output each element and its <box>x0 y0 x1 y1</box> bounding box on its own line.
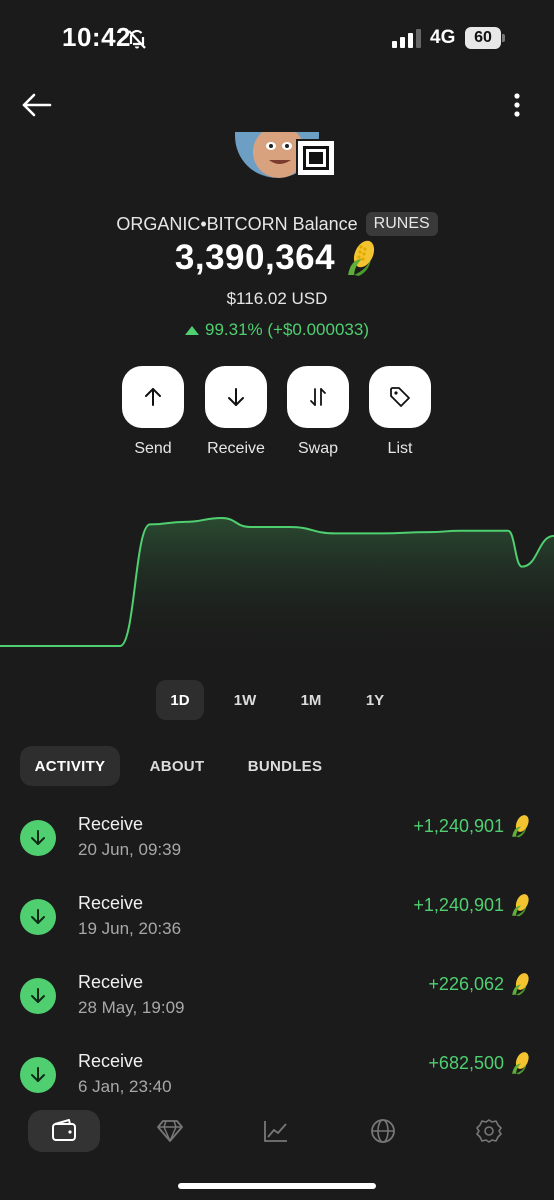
corn-icon <box>512 1052 529 1075</box>
activity-amount-text: +1,240,901 <box>413 815 504 836</box>
nav-collectibles[interactable] <box>134 1110 206 1152</box>
activity-amount-text: +226,062 <box>428 973 504 994</box>
tab-bundles[interactable]: BUNDLES <box>238 746 332 786</box>
status-time: 10:42 <box>62 22 131 52</box>
corn-icon <box>348 240 375 276</box>
activity-date: 19 Jun, 20:36 <box>78 919 182 938</box>
range-1d[interactable]: 1D <box>156 680 204 720</box>
nav-wallet[interactable] <box>28 1110 100 1152</box>
globe-icon <box>371 1119 395 1143</box>
triangle-up-icon <box>185 325 199 335</box>
activity-date: 28 May, 19:09 <box>78 998 185 1017</box>
bell-off-icon <box>128 29 146 49</box>
price-chart[interactable] <box>0 500 554 660</box>
price-change: 99.31% (+$0.000033) <box>0 320 554 340</box>
activity-amount: +682,500 <box>428 1051 532 1075</box>
swap-button[interactable]: Swap <box>287 366 349 458</box>
nav-market[interactable] <box>240 1110 312 1152</box>
receive-arrow-icon <box>20 899 56 935</box>
home-indicator <box>178 1183 376 1189</box>
list-button[interactable]: List <box>369 366 431 458</box>
balance-value: 3,390,364 <box>174 238 336 277</box>
list-label: List <box>387 440 413 457</box>
activity-title: Receive <box>78 1051 144 1071</box>
activity-amount: +1,240,901 <box>413 893 532 917</box>
nav-settings[interactable] <box>453 1110 525 1152</box>
range-1w[interactable]: 1W <box>222 680 268 720</box>
activity-row[interactable]: Receive 19 Jun, 20:36 +1,240,901 <box>0 893 554 965</box>
arrow-up-icon <box>145 388 161 406</box>
balance-label: ORGANIC•BITCORN Balance RUNES <box>0 212 554 236</box>
corn-icon <box>512 894 529 917</box>
activity-amount-text: +1,240,901 <box>413 894 504 915</box>
tag-icon <box>390 387 410 407</box>
range-1m[interactable]: 1M <box>288 680 334 720</box>
receive-arrow-icon <box>20 978 56 1014</box>
corn-icon <box>512 815 529 838</box>
arrow-down-icon <box>228 388 244 406</box>
price-change-text: 99.31% (+$0.000033) <box>205 320 369 339</box>
nav-explore[interactable] <box>347 1110 419 1152</box>
swap-icon <box>310 388 326 406</box>
settings-icon <box>476 1119 502 1143</box>
status-bar: 10:42 4G 60 <box>0 0 554 76</box>
tab-activity[interactable]: ACTIVITY <box>20 746 120 786</box>
chart-icon <box>264 1121 287 1142</box>
network-label: 4G <box>430 27 456 48</box>
activity-title: Receive <box>78 814 144 834</box>
activity-title: Receive <box>78 893 144 913</box>
activity-row[interactable]: Receive 20 Jun, 09:39 +1,240,901 <box>0 814 554 886</box>
receive-arrow-icon <box>20 1057 56 1093</box>
range-1y[interactable]: 1Y <box>352 680 398 720</box>
signal-icon <box>392 29 421 48</box>
balance-amount: 3,390,364 <box>0 238 554 278</box>
rune-badge-icon <box>296 139 336 177</box>
battery-level: 60 <box>465 27 501 49</box>
chart-area <box>0 518 554 660</box>
battery-icon: 60 <box>465 27 505 49</box>
activity-title: Receive <box>78 972 144 992</box>
receive-button[interactable]: Receive <box>205 366 267 458</box>
activity-date: 20 Jun, 09:39 <box>78 840 182 859</box>
activity-row[interactable]: Receive 28 May, 19:09 +226,062 <box>0 972 554 1044</box>
tab-about[interactable]: ABOUT <box>138 746 216 786</box>
activity-amount: +1,240,901 <box>413 814 532 838</box>
activity-amount: +226,062 <box>428 972 532 996</box>
usd-value: $116.02 USD <box>226 289 328 308</box>
more-vertical-icon[interactable] <box>506 90 528 120</box>
send-button[interactable]: Send <box>122 366 184 458</box>
runes-tag: RUNES <box>365 212 438 236</box>
diamond-icon <box>157 1120 183 1142</box>
activity-date: 6 Jan, 23:40 <box>78 1077 172 1096</box>
activity-amount-text: +682,500 <box>428 1052 504 1073</box>
arrow-left-icon[interactable] <box>20 90 54 120</box>
corn-icon <box>512 973 529 996</box>
wallet-icon <box>52 1119 76 1141</box>
receive-arrow-icon <box>20 820 56 856</box>
balance-label-text: ORGANIC•BITCORN Balance <box>116 213 358 234</box>
